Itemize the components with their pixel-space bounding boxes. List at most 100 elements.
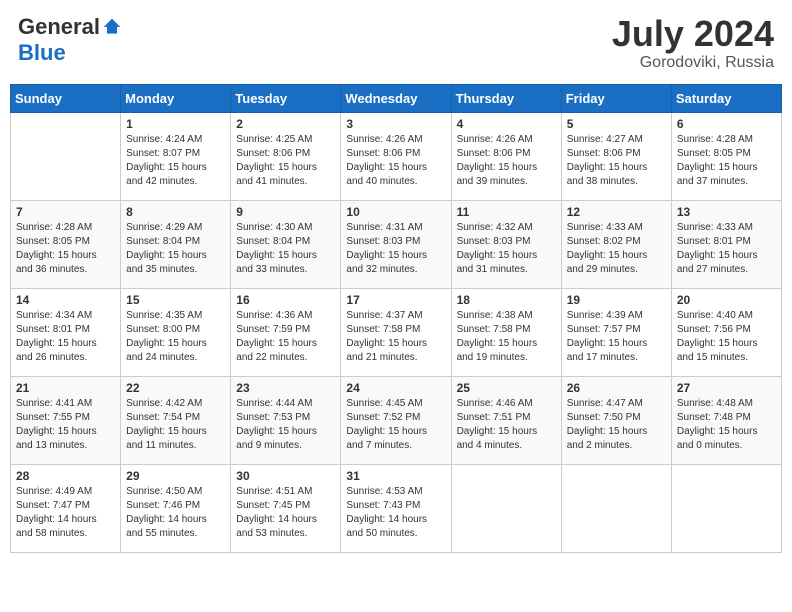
calendar-cell: 21Sunrise: 4:41 AM Sunset: 7:55 PM Dayli… [11,376,121,464]
day-info: Sunrise: 4:28 AM Sunset: 8:05 PM Dayligh… [16,221,115,277]
day-number: 14 [16,293,115,307]
calendar-cell: 11 Sunrise: 4:32 AM Sunset: 8:03 PM Dayli… [451,200,561,288]
calendar-cell: 31 Sunrise: 4:53 AM Sunset: 7:43 PM Dayli… [341,464,451,552]
day-number: 20 [677,293,776,307]
day-info: Sunrise: 4:42 AM Sunset: 7:54 PM Dayligh… [126,397,225,453]
day-info: Sunrise: 4:31 AM Sunset: 8:03 PM Dayligh… [346,221,445,277]
day-info: Sunrise: 4:30 AM Sunset: 8:04 PM Dayligh… [236,221,335,277]
month-year-title: July 2024 [612,14,774,54]
header-day-monday: Monday [121,84,231,112]
day-info: Sunrise: 4:29 AM Sunset: 8:04 PM Dayligh… [126,221,225,277]
calendar-cell: 8 Sunrise: 4:29 AM Sunset: 8:04 PM Daylig… [121,200,231,288]
day-info: Sunrise: 4:25 AM Sunset: 8:06 PM Dayligh… [236,133,335,189]
calendar-cell: 5 Sunrise: 4:27 AM Sunset: 8:06 PM Daylig… [561,112,671,200]
calendar-cell: 3 Sunrise: 4:26 AM Sunset: 8:06 PM Daylig… [341,112,451,200]
calendar-cell: 2 Sunrise: 4:25 AM Sunset: 8:06 PM Daylig… [231,112,341,200]
day-info: Sunrise: 4:36 AM Sunset: 7:59 PM Dayligh… [236,309,335,365]
day-number: 6 [677,117,776,131]
page-header: General Blue July 2024 Gorodoviki, Russi… [10,10,782,76]
day-info: Sunrise: 4:33 AM Sunset: 8:02 PM Dayligh… [567,221,666,277]
calendar-cell: 23 Sunrise: 4:44 AM Sunset: 7:53 PM Dayli… [231,376,341,464]
calendar-cell: 26Sunrise: 4:47 AM Sunset: 7:50 PM Dayli… [561,376,671,464]
day-number: 7 [16,205,115,219]
title-block: July 2024 Gorodoviki, Russia [612,14,774,72]
day-info: Sunrise: 4:24 AM Sunset: 8:07 PM Dayligh… [126,133,225,189]
calendar-cell [561,464,671,552]
header-day-sunday: Sunday [11,84,121,112]
day-number: 3 [346,117,445,131]
day-info: Sunrise: 4:26 AM Sunset: 8:06 PM Dayligh… [457,133,556,189]
calendar-cell [451,464,561,552]
week-row-4: 21Sunrise: 4:41 AM Sunset: 7:55 PM Dayli… [11,376,782,464]
day-number: 11 [457,205,556,219]
day-number: 31 [346,469,445,483]
day-info: Sunrise: 4:39 AM Sunset: 7:57 PM Dayligh… [567,309,666,365]
calendar-cell: 12 Sunrise: 4:33 AM Sunset: 8:02 PM Dayli… [561,200,671,288]
calendar-cell [671,464,781,552]
day-number: 25 [457,381,556,395]
day-info: Sunrise: 4:26 AM Sunset: 8:06 PM Dayligh… [346,133,445,189]
calendar-cell: 10 Sunrise: 4:31 AM Sunset: 8:03 PM Dayli… [341,200,451,288]
calendar-cell: 19 Sunrise: 4:39 AM Sunset: 7:57 PM Dayli… [561,288,671,376]
calendar-cell: 4Sunrise: 4:26 AM Sunset: 8:06 PM Daylig… [451,112,561,200]
calendar-cell: 7 Sunrise: 4:28 AM Sunset: 8:05 PM Daylig… [11,200,121,288]
day-number: 16 [236,293,335,307]
day-number: 5 [567,117,666,131]
day-number: 8 [126,205,225,219]
calendar-cell: 20 Sunrise: 4:40 AM Sunset: 7:56 PM Dayli… [671,288,781,376]
day-number: 10 [346,205,445,219]
day-number: 19 [567,293,666,307]
day-info: Sunrise: 4:32 AM Sunset: 8:03 PM Dayligh… [457,221,556,277]
day-number: 17 [346,293,445,307]
day-info: Sunrise: 4:41 AM Sunset: 7:55 PM Dayligh… [16,397,115,453]
day-info: Sunrise: 4:45 AM Sunset: 7:52 PM Dayligh… [346,397,445,453]
day-number: 15 [126,293,225,307]
calendar-cell [11,112,121,200]
day-info: Sunrise: 4:47 AM Sunset: 7:50 PM Dayligh… [567,397,666,453]
day-number: 13 [677,205,776,219]
calendar-cell: 13 Sunrise: 4:33 AM Sunset: 8:01 PM Dayli… [671,200,781,288]
day-info: Sunrise: 4:51 AM Sunset: 7:45 PM Dayligh… [236,485,335,541]
day-number: 18 [457,293,556,307]
day-number: 23 [236,381,335,395]
day-number: 28 [16,469,115,483]
day-number: 2 [236,117,335,131]
day-number: 30 [236,469,335,483]
header-day-tuesday: Tuesday [231,84,341,112]
week-row-5: 28 Sunrise: 4:49 AM Sunset: 7:47 PM Dayli… [11,464,782,552]
calendar-cell: 27Sunrise: 4:48 AM Sunset: 7:48 PM Dayli… [671,376,781,464]
day-number: 12 [567,205,666,219]
logo-general-text: General [18,14,100,40]
logo-blue-text: Blue [18,40,66,66]
day-number: 29 [126,469,225,483]
logo-icon [102,17,122,37]
calendar-cell: 17 Sunrise: 4:37 AM Sunset: 7:58 PM Dayli… [341,288,451,376]
calendar-cell: 9Sunrise: 4:30 AM Sunset: 8:04 PM Daylig… [231,200,341,288]
day-info: Sunrise: 4:34 AM Sunset: 8:01 PM Dayligh… [16,309,115,365]
day-info: Sunrise: 4:49 AM Sunset: 7:47 PM Dayligh… [16,485,115,541]
day-info: Sunrise: 4:27 AM Sunset: 8:06 PM Dayligh… [567,133,666,189]
day-info: Sunrise: 4:35 AM Sunset: 8:00 PM Dayligh… [126,309,225,365]
calendar-cell: 14 Sunrise: 4:34 AM Sunset: 8:01 PM Dayli… [11,288,121,376]
day-info: Sunrise: 4:50 AM Sunset: 7:46 PM Dayligh… [126,485,225,541]
day-info: Sunrise: 4:53 AM Sunset: 7:43 PM Dayligh… [346,485,445,541]
calendar-cell: 16 Sunrise: 4:36 AM Sunset: 7:59 PM Dayli… [231,288,341,376]
day-info: Sunrise: 4:40 AM Sunset: 7:56 PM Dayligh… [677,309,776,365]
day-info: Sunrise: 4:44 AM Sunset: 7:53 PM Dayligh… [236,397,335,453]
calendar-cell: 30 Sunrise: 4:51 AM Sunset: 7:45 PM Dayli… [231,464,341,552]
calendar-cell: 6 Sunrise: 4:28 AM Sunset: 8:05 PM Daylig… [671,112,781,200]
day-info: Sunrise: 4:33 AM Sunset: 8:01 PM Dayligh… [677,221,776,277]
calendar-cell: 25 Sunrise: 4:46 AM Sunset: 7:51 PM Dayli… [451,376,561,464]
location-subtitle: Gorodoviki, Russia [612,54,774,72]
day-info: Sunrise: 4:28 AM Sunset: 8:05 PM Dayligh… [677,133,776,189]
calendar-table: SundayMondayTuesdayWednesdayThursdayFrid… [10,84,782,553]
day-number: 1 [126,117,225,131]
calendar-cell: 22 Sunrise: 4:42 AM Sunset: 7:54 PM Dayli… [121,376,231,464]
calendar-cell: 29 Sunrise: 4:50 AM Sunset: 7:46 PM Dayli… [121,464,231,552]
week-row-1: 1 Sunrise: 4:24 AM Sunset: 8:07 PM Daylig… [11,112,782,200]
day-info: Sunrise: 4:46 AM Sunset: 7:51 PM Dayligh… [457,397,556,453]
day-number: 22 [126,381,225,395]
header-row: SundayMondayTuesdayWednesdayThursdayFrid… [11,84,782,112]
calendar-cell: 24Sunrise: 4:45 AM Sunset: 7:52 PM Dayli… [341,376,451,464]
day-info: Sunrise: 4:37 AM Sunset: 7:58 PM Dayligh… [346,309,445,365]
